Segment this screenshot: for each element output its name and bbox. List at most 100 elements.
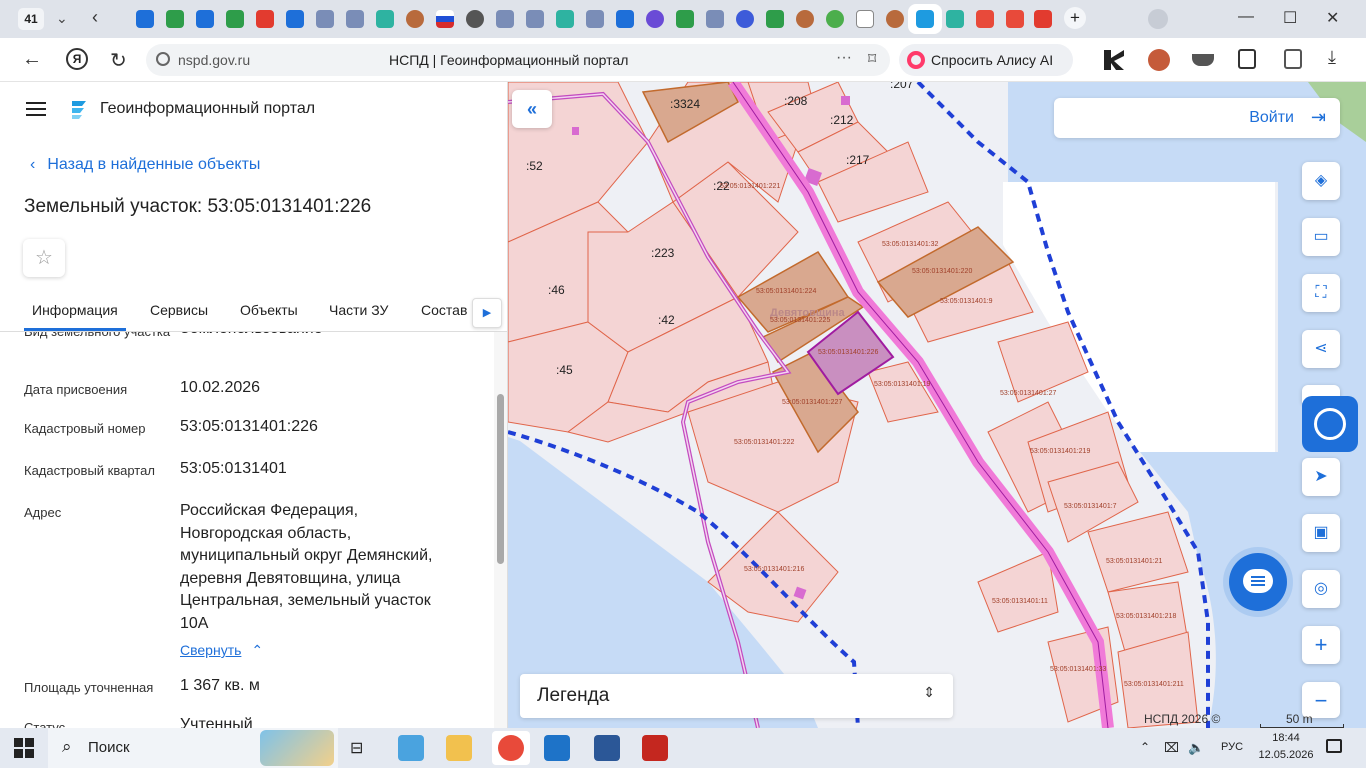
- emblem-tab-icon[interactable]: [496, 10, 514, 28]
- clock-date[interactable]: 12.05.2026: [1254, 749, 1318, 761]
- mail-tab-icon[interactable]: [286, 10, 304, 28]
- tab-icon[interactable]: [1034, 10, 1052, 28]
- collapse-panel-button[interactable]: «: [512, 90, 552, 128]
- assistant-button[interactable]: [1302, 396, 1358, 452]
- tab-objects[interactable]: Объекты: [240, 302, 298, 318]
- emblem-tab-icon[interactable]: [526, 10, 544, 28]
- minimap-button[interactable]: ▣: [1302, 514, 1340, 552]
- tab-icon[interactable]: [376, 10, 394, 28]
- tab-icon[interactable]: [646, 10, 664, 28]
- map-view[interactable]: :3324 :208 :212 :217 :207 :52 :22 :223 :…: [508, 82, 1366, 728]
- acrobat-app-icon[interactable]: [642, 735, 668, 761]
- ruler-icon: ▭: [1313, 228, 1329, 245]
- ask-alice-button[interactable]: Спросить Алису AI: [899, 44, 1073, 76]
- emblem-tab-icon[interactable]: [346, 10, 364, 28]
- zoom-in-button[interactable]: +: [1302, 626, 1340, 664]
- search-location-button[interactable]: ◎: [1302, 570, 1340, 608]
- tab-scroll-left-icon[interactable]: ‹: [92, 7, 98, 28]
- tab-icon[interactable]: [796, 10, 814, 28]
- volume-icon[interactable]: 🔈: [1188, 740, 1204, 756]
- reload-icon[interactable]: ↻: [110, 48, 127, 73]
- tray-chevron-up-icon[interactable]: ⌃: [1140, 740, 1150, 754]
- menu-icon[interactable]: [26, 102, 46, 116]
- new-tab-button[interactable]: +: [1064, 7, 1086, 29]
- tab-composition[interactable]: Состав: [421, 302, 467, 318]
- flag-tab-icon[interactable]: [436, 10, 454, 28]
- network-icon[interactable]: ⌧: [1164, 740, 1179, 756]
- yandex-tab-icon[interactable]: [976, 10, 994, 28]
- tab-icon[interactable]: [466, 10, 484, 28]
- share-button[interactable]: ⋖: [1302, 330, 1340, 368]
- object-info-panel: Геоинформационный портал ‹ Назад в найден…: [0, 82, 508, 728]
- notifications-icon[interactable]: [1326, 739, 1342, 753]
- maximize-button[interactable]: ☐: [1283, 8, 1297, 28]
- map-canvas[interactable]: :3324 :208 :212 :217 :207 :52 :22 :223 :…: [508, 82, 1366, 728]
- tabs-scroll-right-button[interactable]: ▶: [472, 298, 502, 328]
- word-app-icon[interactable]: [594, 735, 620, 761]
- explorer-app-icon[interactable]: [446, 735, 472, 761]
- taskbar-search-box[interactable]: ⌕ Поиск: [48, 728, 338, 768]
- profile-icon[interactable]: [1148, 9, 1168, 29]
- emblem-tab-icon[interactable]: [706, 10, 724, 28]
- pdf-tab-icon[interactable]: [256, 10, 274, 28]
- layers-button[interactable]: ◈: [1302, 162, 1340, 200]
- tab-icon[interactable]: [136, 10, 154, 28]
- yandex-icon[interactable]: Я: [66, 48, 88, 70]
- tab-icon[interactable]: [886, 10, 904, 28]
- cadastral-label: 53:05:0131401:227: [782, 399, 842, 406]
- document-tab-icon[interactable]: [856, 10, 874, 28]
- geolocation-button[interactable]: ➤: [1302, 458, 1340, 496]
- search-highlight-image: [260, 730, 334, 766]
- windows-start-icon[interactable]: [14, 738, 34, 758]
- extension-icon[interactable]: [1148, 49, 1170, 71]
- url-field[interactable]: nspd.gov.ru НСПД | Геоинформационный пор…: [146, 44, 890, 76]
- tab-icon[interactable]: [226, 10, 244, 28]
- clock-time[interactable]: 18:44: [1260, 732, 1312, 744]
- outlook-app-icon[interactable]: [544, 735, 570, 761]
- tab-icon[interactable]: [556, 10, 574, 28]
- bookmark-icon[interactable]: ⌑: [868, 49, 876, 69]
- tab-icon[interactable]: [166, 10, 184, 28]
- tab-information[interactable]: Информация: [32, 302, 118, 318]
- tab-icon[interactable]: [406, 10, 424, 28]
- more-icon[interactable]: ···: [836, 49, 852, 67]
- tab-icon[interactable]: [946, 10, 964, 28]
- scrollbar-thumb[interactable]: [497, 394, 504, 564]
- active-tab[interactable]: [908, 4, 942, 34]
- back-arrow-icon[interactable]: ←: [22, 48, 42, 71]
- favorite-star-button[interactable]: ☆: [23, 239, 65, 277]
- ruler-button[interactable]: ▭: [1302, 218, 1340, 256]
- extension-icon[interactable]: [1192, 54, 1214, 66]
- extension-icon[interactable]: [1104, 50, 1124, 70]
- minimize-button[interactable]: —: [1238, 8, 1254, 26]
- tab-count-button[interactable]: 41: [18, 8, 44, 30]
- tab-parts[interactable]: Части ЗУ: [329, 302, 388, 318]
- legend-panel[interactable]: Легенда ⇕: [520, 674, 953, 718]
- yandex-browser-app-icon[interactable]: [492, 731, 530, 765]
- chevron-down-icon[interactable]: ⌄: [56, 10, 68, 27]
- browser-tab-strip: 41 ⌄ ‹ + — ☐ ✕: [0, 0, 1366, 38]
- yandex-tab-icon[interactable]: [1006, 10, 1024, 28]
- tab-icon[interactable]: [196, 10, 214, 28]
- tab-icon[interactable]: [736, 10, 754, 28]
- tab-icon[interactable]: [616, 10, 634, 28]
- collapse-link[interactable]: Свернуть ⌃: [180, 642, 263, 659]
- tab-icon[interactable]: [766, 10, 784, 28]
- store-app-icon[interactable]: [398, 735, 424, 761]
- tab-icon[interactable]: [826, 10, 844, 28]
- select-area-button[interactable]: ⛶: [1302, 274, 1340, 312]
- emblem-tab-icon[interactable]: [586, 10, 604, 28]
- close-window-button[interactable]: ✕: [1326, 8, 1339, 28]
- language-indicator[interactable]: РУС: [1221, 741, 1243, 753]
- downloads-icon[interactable]: ⤓: [1328, 47, 1336, 68]
- extension-icon[interactable]: [1284, 49, 1302, 69]
- tab-services[interactable]: Сервисы: [150, 302, 208, 318]
- back-to-results-link[interactable]: ‹ Назад в найденные объекты: [30, 156, 260, 174]
- emblem-tab-icon[interactable]: [316, 10, 334, 28]
- tab-icon[interactable]: [676, 10, 694, 28]
- site-info-icon[interactable]: [156, 52, 170, 66]
- task-view-icon[interactable]: ⊟: [350, 738, 363, 758]
- chat-button[interactable]: [1229, 553, 1287, 611]
- login-button[interactable]: Войти ⇥: [1054, 98, 1340, 138]
- extension-icon[interactable]: [1238, 49, 1256, 69]
